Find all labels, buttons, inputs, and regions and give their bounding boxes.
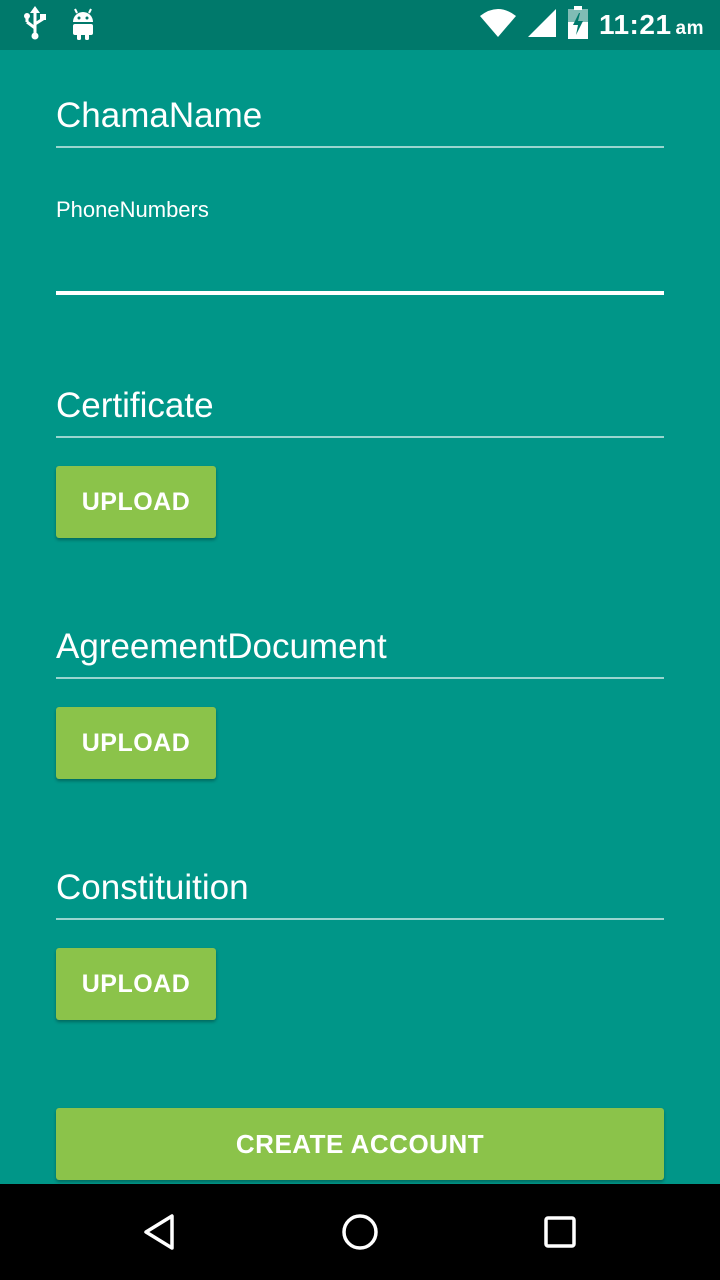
status-bar: 11:21 am	[0, 0, 720, 50]
clock-ampm: am	[675, 18, 704, 39]
constitution-underline	[56, 918, 664, 920]
create-account-button[interactable]: CREATE ACCOUNT	[56, 1108, 664, 1180]
certificate-field[interactable]: Certificate	[56, 386, 664, 438]
agreement-document-underline	[56, 677, 664, 679]
phone-numbers-field[interactable]	[56, 230, 664, 296]
chama-name-input[interactable]: ChamaName	[56, 96, 262, 136]
back-icon[interactable]	[136, 1208, 184, 1256]
wifi-icon	[479, 8, 517, 43]
home-icon[interactable]	[336, 1208, 384, 1256]
certificate-input[interactable]: Certificate	[56, 386, 214, 426]
phone-numbers-underline	[56, 291, 664, 295]
certificate-upload-button[interactable]: UPLOAD	[56, 466, 216, 538]
navigation-bar	[0, 1184, 720, 1280]
cell-signal-icon	[527, 8, 557, 43]
clock: 11:21 am	[599, 9, 704, 41]
agreement-upload-button[interactable]: UPLOAD	[56, 707, 216, 779]
recents-icon[interactable]	[536, 1208, 584, 1256]
battery-charging-icon	[567, 5, 589, 45]
chama-name-field[interactable]: ChamaName	[56, 96, 664, 148]
agreement-document-input[interactable]: AgreementDocument	[56, 627, 387, 667]
certificate-underline	[56, 436, 664, 438]
constitution-field[interactable]: Constituition	[56, 868, 664, 920]
android-debug-icon	[70, 6, 96, 45]
chama-name-underline	[56, 146, 664, 148]
agreement-document-field[interactable]: AgreementDocument	[56, 627, 664, 679]
constitution-input[interactable]: Constituition	[56, 868, 249, 908]
clock-time: 11:21	[598, 9, 672, 40]
usb-icon	[22, 5, 48, 45]
constitution-upload-button[interactable]: UPLOAD	[56, 948, 216, 1020]
phone-numbers-label: PhoneNumbers	[56, 197, 209, 222]
